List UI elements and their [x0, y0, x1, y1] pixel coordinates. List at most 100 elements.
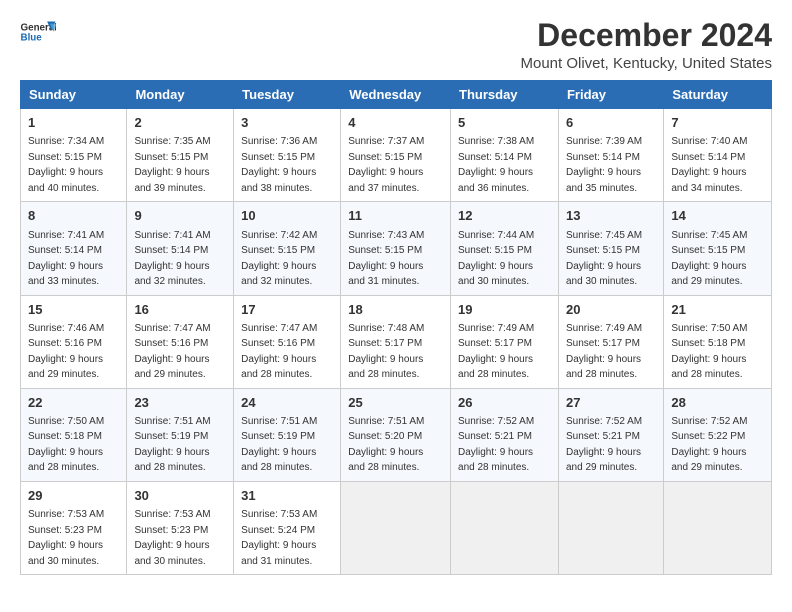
day-number: 29: [28, 487, 119, 505]
day-detail: Sunrise: 7:36 AM Sunset: 5:15 PM Dayligh…: [241, 136, 317, 194]
calendar-cell: 12 Sunrise: 7:44 AM Sunset: 5:15 PM Dayli…: [451, 202, 559, 295]
calendar-header: Sunday Monday Tuesday Wednesday Thursday…: [21, 81, 772, 109]
day-detail: Sunrise: 7:49 AM Sunset: 5:17 PM Dayligh…: [566, 323, 642, 381]
calendar-cell: [341, 481, 451, 574]
day-number: 12: [458, 207, 551, 225]
day-number: 21: [671, 301, 764, 319]
day-number: 27: [566, 394, 656, 412]
calendar-cell: 19 Sunrise: 7:49 AM Sunset: 5:17 PM Dayli…: [451, 295, 559, 388]
calendar-cell: [664, 481, 772, 574]
day-detail: Sunrise: 7:53 AM Sunset: 5:23 PM Dayligh…: [134, 509, 210, 567]
header-wednesday: Wednesday: [341, 81, 451, 109]
day-detail: Sunrise: 7:52 AM Sunset: 5:21 PM Dayligh…: [566, 416, 642, 474]
calendar-cell: 18 Sunrise: 7:48 AM Sunset: 5:17 PM Dayli…: [341, 295, 451, 388]
header: General Blue December 2024 Mount Olivet,…: [20, 18, 772, 72]
calendar-cell: 25Sunrise: 7:51 AM Sunset: 5:20 PM Dayli…: [341, 388, 451, 481]
day-number: 10: [241, 207, 333, 225]
calendar-cell: 16Sunrise: 7:47 AM Sunset: 5:16 PM Dayli…: [127, 295, 234, 388]
title-block: December 2024 Mount Olivet, Kentucky, Un…: [520, 18, 772, 72]
logo: General Blue: [20, 18, 56, 46]
calendar-cell: 7 Sunrise: 7:40 AM Sunset: 5:14 PM Daylig…: [664, 109, 772, 202]
subtitle: Mount Olivet, Kentucky, United States: [520, 55, 772, 72]
day-detail: Sunrise: 7:52 AM Sunset: 5:22 PM Dayligh…: [671, 416, 747, 474]
day-detail: Sunrise: 7:43 AM Sunset: 5:15 PM Dayligh…: [348, 230, 424, 288]
calendar-cell: 30 Sunrise: 7:53 AM Sunset: 5:23 PM Dayli…: [127, 481, 234, 574]
header-tuesday: Tuesday: [234, 81, 341, 109]
day-number: 15: [28, 301, 119, 319]
day-number: 9: [134, 207, 226, 225]
day-number: 26: [458, 394, 551, 412]
calendar-cell: 10Sunrise: 7:42 AM Sunset: 5:15 PM Dayli…: [234, 202, 341, 295]
header-thursday: Thursday: [451, 81, 559, 109]
calendar-week-1: 1 Sunrise: 7:34 AM Sunset: 5:15 PM Daylig…: [21, 109, 772, 202]
calendar-cell: 15 Sunrise: 7:46 AM Sunset: 5:16 PM Dayli…: [21, 295, 127, 388]
day-detail: Sunrise: 7:45 AM Sunset: 5:15 PM Dayligh…: [671, 230, 747, 288]
day-detail: Sunrise: 7:44 AM Sunset: 5:15 PM Dayligh…: [458, 230, 534, 288]
calendar-cell: 21 Sunrise: 7:50 AM Sunset: 5:18 PM Dayli…: [664, 295, 772, 388]
day-detail: Sunrise: 7:47 AM Sunset: 5:16 PM Dayligh…: [241, 323, 317, 381]
day-number: 22: [28, 394, 119, 412]
day-number: 6: [566, 114, 656, 132]
day-number: 23: [134, 394, 226, 412]
day-number: 20: [566, 301, 656, 319]
calendar-cell: 26Sunrise: 7:52 AM Sunset: 5:21 PM Dayli…: [451, 388, 559, 481]
day-detail: Sunrise: 7:48 AM Sunset: 5:17 PM Dayligh…: [348, 323, 424, 381]
day-detail: Sunrise: 7:51 AM Sunset: 5:19 PM Dayligh…: [241, 416, 317, 474]
calendar-cell: 24Sunrise: 7:51 AM Sunset: 5:19 PM Dayli…: [234, 388, 341, 481]
calendar-cell: 22 Sunrise: 7:50 AM Sunset: 5:18 PM Dayli…: [21, 388, 127, 481]
calendar-week-5: 29 Sunrise: 7:53 AM Sunset: 5:23 PM Dayli…: [21, 481, 772, 574]
calendar-cell: 3 Sunrise: 7:36 AM Sunset: 5:15 PM Daylig…: [234, 109, 341, 202]
day-number: 14: [671, 207, 764, 225]
calendar-cell: [558, 481, 663, 574]
day-detail: Sunrise: 7:35 AM Sunset: 5:15 PM Dayligh…: [134, 136, 210, 194]
calendar-week-3: 15 Sunrise: 7:46 AM Sunset: 5:16 PM Dayli…: [21, 295, 772, 388]
calendar-week-4: 22 Sunrise: 7:50 AM Sunset: 5:18 PM Dayli…: [21, 388, 772, 481]
day-detail: Sunrise: 7:53 AM Sunset: 5:24 PM Dayligh…: [241, 509, 317, 567]
calendar-cell: 31 Sunrise: 7:53 AM Sunset: 5:24 PM Dayli…: [234, 481, 341, 574]
day-number: 31: [241, 487, 333, 505]
day-detail: Sunrise: 7:51 AM Sunset: 5:19 PM Dayligh…: [134, 416, 210, 474]
day-number: 7: [671, 114, 764, 132]
day-number: 18: [348, 301, 443, 319]
day-detail: Sunrise: 7:45 AM Sunset: 5:15 PM Dayligh…: [566, 230, 642, 288]
calendar-cell: 6 Sunrise: 7:39 AM Sunset: 5:14 PM Daylig…: [558, 109, 663, 202]
calendar-cell: 5 Sunrise: 7:38 AM Sunset: 5:14 PM Daylig…: [451, 109, 559, 202]
day-detail: Sunrise: 7:40 AM Sunset: 5:14 PM Dayligh…: [671, 136, 747, 194]
main-title: December 2024: [520, 18, 772, 53]
day-detail: Sunrise: 7:37 AM Sunset: 5:15 PM Dayligh…: [348, 136, 424, 194]
calendar-cell: 14 Sunrise: 7:45 AM Sunset: 5:15 PM Dayli…: [664, 202, 772, 295]
day-number: 5: [458, 114, 551, 132]
calendar-cell: 9 Sunrise: 7:41 AM Sunset: 5:14 PM Daylig…: [127, 202, 234, 295]
calendar-cell: 11 Sunrise: 7:43 AM Sunset: 5:15 PM Dayli…: [341, 202, 451, 295]
calendar-cell: 29Sunrise: 7:53 AM Sunset: 5:23 PM Dayli…: [21, 481, 127, 574]
calendar-cell: 1 Sunrise: 7:34 AM Sunset: 5:15 PM Daylig…: [21, 109, 127, 202]
day-detail: Sunrise: 7:41 AM Sunset: 5:14 PM Dayligh…: [134, 230, 210, 288]
header-monday: Monday: [127, 81, 234, 109]
calendar-cell: 20 Sunrise: 7:49 AM Sunset: 5:17 PM Dayli…: [558, 295, 663, 388]
day-detail: Sunrise: 7:51 AM Sunset: 5:20 PM Dayligh…: [348, 416, 424, 474]
calendar-cell: 23 Sunrise: 7:51 AM Sunset: 5:19 PM Dayli…: [127, 388, 234, 481]
day-number: 13: [566, 207, 656, 225]
day-detail: Sunrise: 7:38 AM Sunset: 5:14 PM Dayligh…: [458, 136, 534, 194]
header-row: Sunday Monday Tuesday Wednesday Thursday…: [21, 81, 772, 109]
header-saturday: Saturday: [664, 81, 772, 109]
day-number: 11: [348, 207, 443, 225]
day-detail: Sunrise: 7:49 AM Sunset: 5:17 PM Dayligh…: [458, 323, 534, 381]
day-detail: Sunrise: 7:50 AM Sunset: 5:18 PM Dayligh…: [28, 416, 104, 474]
calendar-cell: [451, 481, 559, 574]
calendar-week-2: 8 Sunrise: 7:41 AM Sunset: 5:14 PM Daylig…: [21, 202, 772, 295]
day-detail: Sunrise: 7:46 AM Sunset: 5:16 PM Dayligh…: [28, 323, 104, 381]
day-number: 17: [241, 301, 333, 319]
day-number: 16: [134, 301, 226, 319]
day-number: 8: [28, 207, 119, 225]
day-detail: Sunrise: 7:34 AM Sunset: 5:15 PM Dayligh…: [28, 136, 104, 194]
day-number: 30: [134, 487, 226, 505]
calendar-cell: 2Sunrise: 7:35 AM Sunset: 5:15 PM Daylig…: [127, 109, 234, 202]
day-number: 3: [241, 114, 333, 132]
day-detail: Sunrise: 7:39 AM Sunset: 5:14 PM Dayligh…: [566, 136, 642, 194]
day-detail: Sunrise: 7:50 AM Sunset: 5:18 PM Dayligh…: [671, 323, 747, 381]
day-detail: Sunrise: 7:41 AM Sunset: 5:14 PM Dayligh…: [28, 230, 104, 288]
day-number: 4: [348, 114, 443, 132]
day-number: 19: [458, 301, 551, 319]
day-number: 1: [28, 114, 119, 132]
